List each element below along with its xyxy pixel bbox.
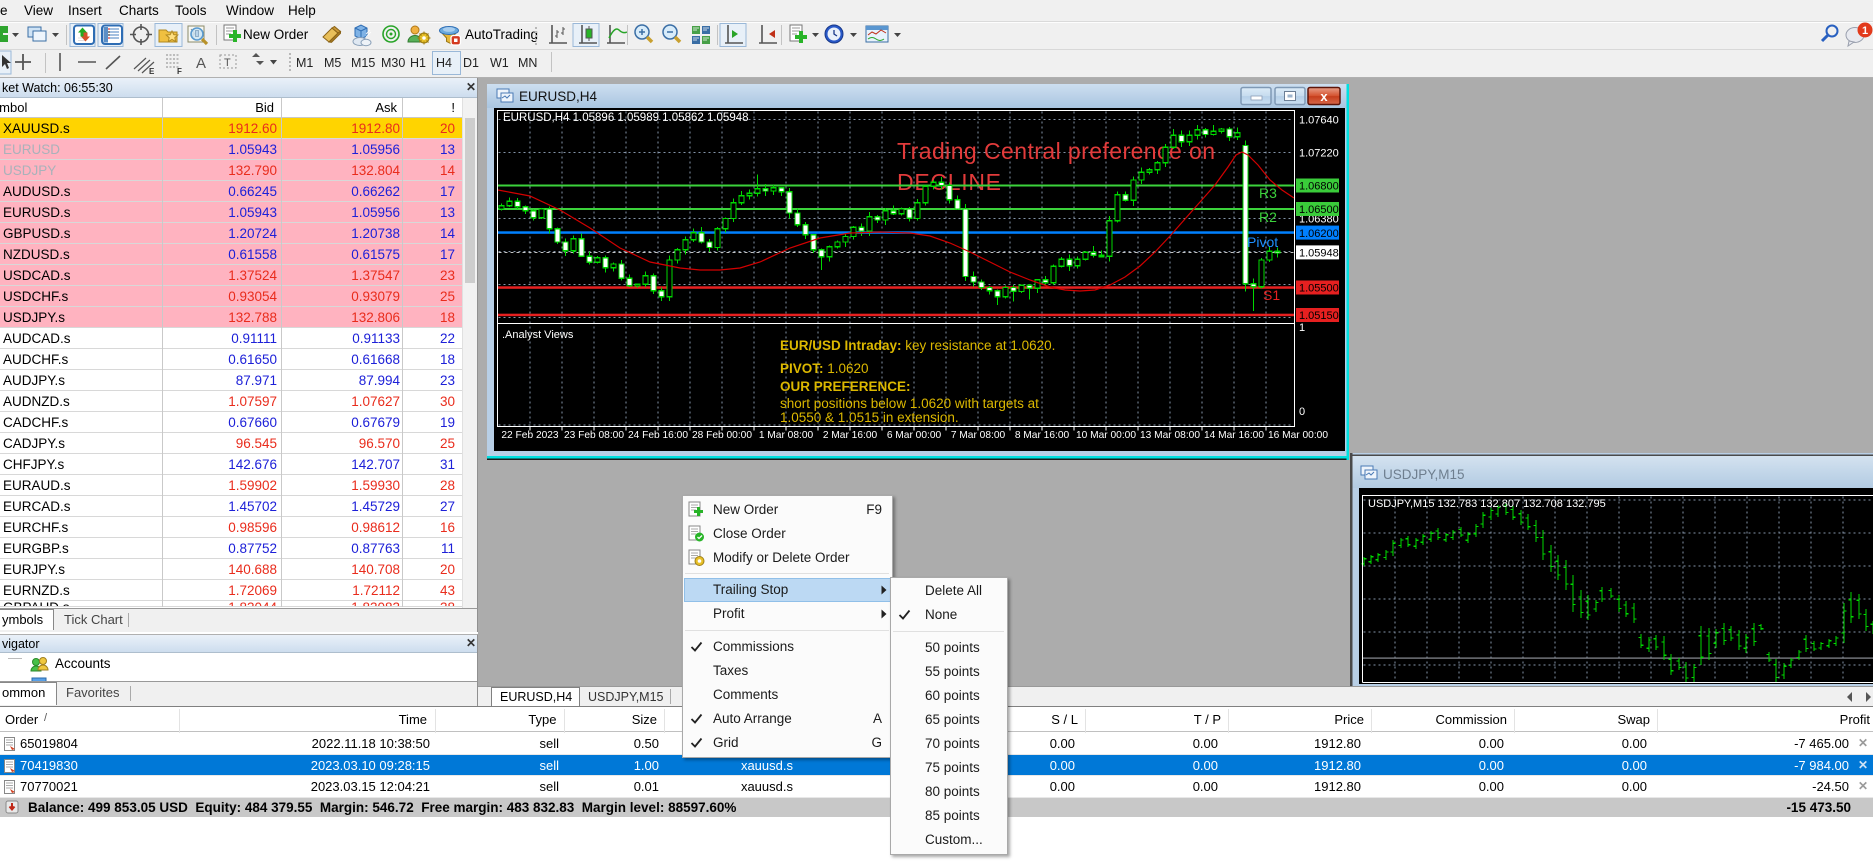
svg-text:1.05948: 1.05948 (1299, 248, 1339, 260)
svg-text:10 Mar 00:00: 10 Mar 00:00 (1076, 430, 1136, 441)
svg-text:EURUSD,H4: EURUSD,H4 (519, 89, 598, 104)
svg-text:T: T (224, 57, 231, 69)
svg-text:short positions below 1.0620 w: short positions below 1.0620 with target… (780, 396, 1039, 411)
svg-text:1.06200: 1.06200 (1299, 228, 1339, 240)
svg-text:USDJPY,M15: USDJPY,M15 (1383, 467, 1465, 482)
svg-text:1.05500: 1.05500 (1299, 283, 1339, 295)
svg-text:EURUSD,H4 1.05896 1.05989 1.0: EURUSD,H4 1.05896 1.05989 1.05862 1.0594… (503, 112, 749, 124)
svg-text:22 Feb 2023: 22 Feb 2023 (501, 430, 559, 441)
svg-text:2 Mar 16:00: 2 Mar 16:00 (823, 430, 878, 441)
svg-text:23 Feb 08:00: 23 Feb 08:00 (564, 430, 624, 441)
svg-text:1.0550 & 1.0515 in extension.: 1.0550 & 1.0515 in extension. (780, 410, 959, 425)
svg-text:x: x (1320, 89, 1328, 104)
svg-text:USDJPY,M15 132.783 132.807 13: USDJPY,M15 132.783 132.807 132.708 132.7… (1368, 498, 1606, 510)
svg-text:6 Mar 00:00: 6 Mar 00:00 (887, 430, 942, 441)
svg-text:1.07640: 1.07640 (1299, 115, 1339, 127)
svg-text:PIVOT: 1.0620: PIVOT: 1.0620 (780, 361, 869, 376)
svg-text:16 Mar 00:00: 16 Mar 00:00 (1268, 430, 1328, 441)
svg-text:AutoTrading: AutoTrading (465, 27, 538, 42)
svg-text:13 Mar 08:00: 13 Mar 08:00 (1140, 430, 1200, 441)
svg-text:F: F (177, 67, 182, 76)
svg-text:R3: R3 (1259, 185, 1277, 201)
svg-text:EUR/USD Intraday: key resista: EUR/USD Intraday: key resistance at 1.06… (780, 338, 1055, 353)
svg-text:1.05150: 1.05150 (1299, 310, 1339, 322)
svg-text:E: E (149, 67, 155, 76)
svg-text:New Order: New Order (243, 27, 309, 42)
svg-text:0: 0 (1299, 406, 1305, 418)
svg-text:14 Mar 16:00: 14 Mar 16:00 (1204, 430, 1264, 441)
svg-text:1.07220: 1.07220 (1299, 148, 1339, 160)
svg-text:28 Feb 00:00: 28 Feb 00:00 (692, 430, 752, 441)
svg-text:OUR PREFERENCE:: OUR PREFERENCE: (780, 379, 911, 394)
svg-text:A: A (196, 55, 206, 72)
svg-text:.Analyst Views: .Analyst Views (502, 329, 574, 341)
svg-text:S1: S1 (1263, 287, 1280, 303)
svg-text:1.06800: 1.06800 (1299, 181, 1339, 193)
svg-text:R2: R2 (1259, 209, 1277, 225)
svg-text:1.06500: 1.06500 (1299, 204, 1339, 216)
svg-text:8 Mar 16:00: 8 Mar 16:00 (1015, 430, 1070, 441)
svg-text:24 Feb 16:00: 24 Feb 16:00 (628, 430, 688, 441)
svg-text:Pivot: Pivot (1247, 234, 1278, 250)
svg-text:1: 1 (1299, 322, 1305, 334)
svg-text:1 Mar 08:00: 1 Mar 08:00 (759, 430, 814, 441)
svg-text:7 Mar 08:00: 7 Mar 08:00 (951, 430, 1006, 441)
svg-text:1: 1 (1862, 25, 1868, 37)
